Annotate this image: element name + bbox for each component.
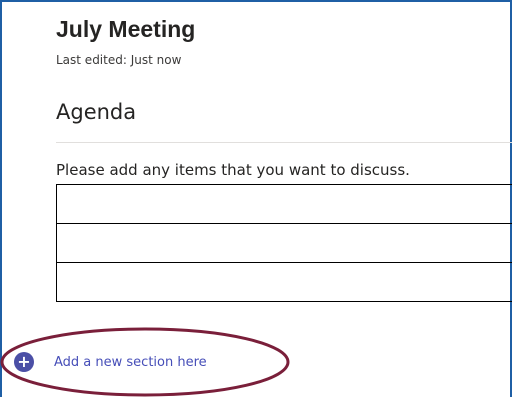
add-section-button[interactable]: + Add a new section here (14, 352, 207, 372)
section-heading[interactable]: Agenda (56, 100, 136, 124)
table-cell[interactable] (56, 184, 512, 224)
agenda-prompt[interactable]: Please add any items that you want to di… (56, 161, 410, 179)
page-title: July Meeting (56, 16, 196, 42)
add-section-label[interactable]: Add a new section here (54, 355, 207, 370)
agenda-table[interactable] (56, 184, 512, 302)
section-divider (56, 142, 512, 143)
table-cell[interactable] (56, 262, 512, 302)
table-cell[interactable] (56, 223, 512, 263)
table-row[interactable] (56, 262, 512, 302)
last-edited-text: Last edited: Just now (56, 53, 182, 67)
table-row[interactable] (56, 184, 512, 224)
plus-circle-icon[interactable]: + (14, 352, 34, 372)
table-row[interactable] (56, 223, 512, 263)
